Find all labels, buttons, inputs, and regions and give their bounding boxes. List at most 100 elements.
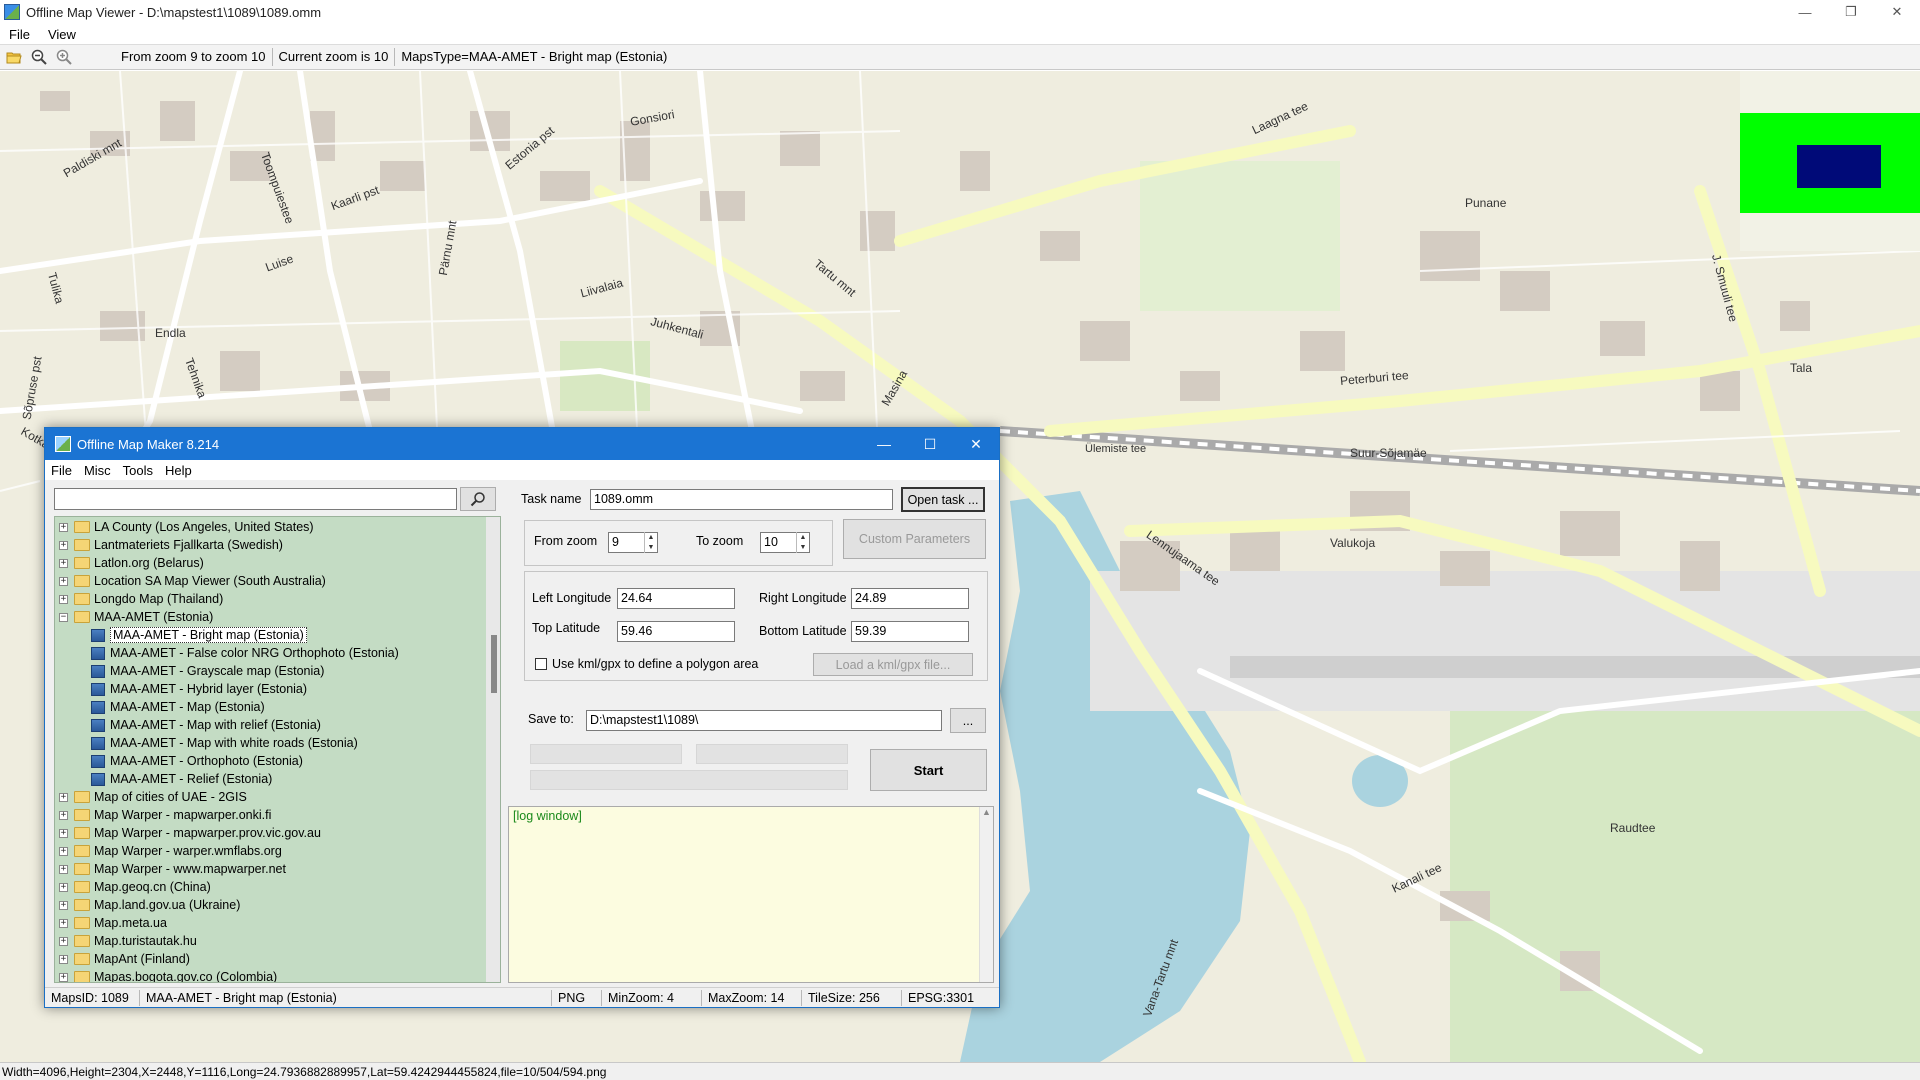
dialog-menu-file[interactable]: File <box>45 463 78 478</box>
tree-map-item[interactable]: MAA-AMET - Relief (Estonia) <box>55 770 272 788</box>
min-zoom-status: MinZoom: 4 <box>602 989 702 1006</box>
tree-folder-item[interactable]: + Map of cities of UAE - 2GIS <box>55 788 247 806</box>
right-longitude-input[interactable]: 24.89 <box>851 588 969 609</box>
tree-folder-item[interactable]: + Map.meta.ua <box>55 914 167 932</box>
expand-icon[interactable]: + <box>59 936 68 946</box>
zoom-out-icon[interactable] <box>28 46 50 68</box>
tree-folder-item[interactable]: + Lantmateriets Fjallkarta (Swedish) <box>55 536 283 554</box>
tree-map-item[interactable]: MAA-AMET - Map with relief (Estonia) <box>55 716 321 734</box>
collapse-icon[interactable]: − <box>59 612 68 622</box>
tree-folder-item[interactable]: + Map Warper - www.mapwarper.net <box>55 860 286 878</box>
log-scrollbar[interactable]: ▲ <box>979 807 993 982</box>
menu-view[interactable]: View <box>39 27 85 42</box>
expand-icon[interactable]: + <box>59 594 68 604</box>
expand-icon[interactable]: + <box>59 522 68 532</box>
tree-folder-item[interactable]: + Map Warper - mapwarper.prov.vic.gov.au <box>55 824 321 842</box>
open-task-button[interactable]: Open task ... <box>901 487 985 512</box>
dialog-minimize-button[interactable]: — <box>861 428 907 460</box>
top-latitude-input[interactable]: 59.46 <box>617 621 735 642</box>
tree-folder-item[interactable]: + Map Warper - mapwarper.onki.fi <box>55 806 271 824</box>
save-to-input[interactable]: D:\mapstest1\1089\ <box>586 710 942 731</box>
map-label: Estonia pst <box>502 123 557 173</box>
map-label: J. Smuuli tee <box>1708 252 1741 324</box>
tree-folder-item[interactable]: + Map.turistautak.hu <box>55 932 197 950</box>
dialog-menu-tools[interactable]: Tools <box>117 463 159 478</box>
expand-icon[interactable]: + <box>59 792 68 802</box>
expand-icon[interactable]: + <box>59 918 68 928</box>
open-folder-icon[interactable] <box>3 46 25 68</box>
load-kml-button[interactable]: Load a kml/gpx file... <box>813 653 973 676</box>
expand-icon[interactable]: + <box>59 846 68 856</box>
map-label: Tehnika <box>182 356 210 400</box>
log-window[interactable]: [log window] ▲ <box>508 806 994 983</box>
custom-parameters-button[interactable]: Custom Parameters <box>843 519 986 559</box>
dialog-menu-misc[interactable]: Misc <box>78 463 117 478</box>
tree-item-label: MAA-AMET - Bright map (Estonia) <box>110 627 307 643</box>
map-label: Tartu mnt <box>811 256 859 300</box>
expand-icon[interactable]: + <box>59 864 68 874</box>
main-menubar: File View <box>0 24 1920 44</box>
map-label: Kaarli pst <box>329 182 381 214</box>
tree-map-item[interactable]: MAA-AMET - False color NRG Orthophoto (E… <box>55 644 399 662</box>
to-zoom-spinner[interactable]: ▲ ▼ <box>796 532 809 553</box>
progress-bar-2 <box>696 744 848 764</box>
search-button[interactable] <box>460 487 496 511</box>
tree-map-item[interactable]: MAA-AMET - Hybrid layer (Estonia) <box>55 680 307 698</box>
tree-scrollbar[interactable] <box>486 517 500 982</box>
expand-icon[interactable]: + <box>59 900 68 910</box>
minimize-button[interactable]: — <box>1782 0 1828 24</box>
tree-folder-item[interactable]: + Location SA Map Viewer (South Australia… <box>55 572 326 590</box>
tree-folder-item[interactable]: + Map.land.gov.ua (Ukraine) <box>55 896 240 914</box>
zoom-in-icon[interactable] <box>53 46 75 68</box>
menu-file[interactable]: File <box>0 27 39 42</box>
progress-bar-total <box>530 770 848 790</box>
close-button[interactable]: ✕ <box>1874 0 1920 24</box>
overview-viewport[interactable] <box>1797 145 1881 188</box>
tree-map-item[interactable]: MAA-AMET - Orthophoto (Estonia) <box>55 752 303 770</box>
browse-button[interactable]: ... <box>950 708 986 733</box>
tree-folder-item[interactable]: + Latlon.org (Belarus) <box>55 554 204 572</box>
tree-map-item[interactable]: MAA-AMET - Map (Estonia) <box>55 698 265 716</box>
tree-folder-item[interactable]: − MAA-AMET (Estonia) <box>55 608 213 626</box>
tree-scroll-thumb[interactable] <box>491 635 497 693</box>
tree-folder-item[interactable]: + MapAnt (Finland) <box>55 950 190 968</box>
tree-folder-item[interactable]: + Map.geoq.cn (China) <box>55 878 211 896</box>
tree-folder-item[interactable]: + Mapas.bogota.gov.co (Colombia) <box>55 968 277 982</box>
dialog-menu-help[interactable]: Help <box>159 463 198 478</box>
start-button[interactable]: Start <box>870 749 987 791</box>
task-name-input[interactable]: 1089.omm <box>590 489 893 510</box>
expand-icon[interactable]: + <box>59 954 68 964</box>
map-search-input[interactable] <box>54 488 457 510</box>
tree-folder-item[interactable]: + LA County (Los Angeles, United States) <box>55 518 314 536</box>
kml-checkbox[interactable] <box>535 658 547 670</box>
tree-map-item[interactable]: MAA-AMET - Map with white roads (Estonia… <box>55 734 358 752</box>
folder-icon <box>74 971 90 982</box>
from-zoom-spinner[interactable]: ▲ ▼ <box>644 532 657 553</box>
expand-icon[interactable]: + <box>59 810 68 820</box>
expand-icon[interactable]: + <box>59 558 68 568</box>
left-longitude-label: Left Longitude <box>532 591 612 605</box>
tree-folder-item[interactable]: + Map Warper - warper.wmflabs.org <box>55 842 282 860</box>
tree-map-item[interactable]: MAA-AMET - Bright map (Estonia) <box>55 626 307 644</box>
folder-icon <box>74 521 90 533</box>
bottom-latitude-input[interactable]: 59.39 <box>851 621 969 642</box>
tree-folder-item[interactable]: + Longdo Map (Thailand) <box>55 590 223 608</box>
expand-icon[interactable]: + <box>59 576 68 586</box>
tree-item-label: MAA-AMET (Estonia) <box>94 610 214 624</box>
map-source-tree[interactable]: + LA County (Los Angeles, United States) +… <box>54 516 501 983</box>
expand-icon[interactable]: + <box>59 540 68 550</box>
dialog-maximize-button[interactable]: ☐ <box>907 428 953 460</box>
expand-icon[interactable]: + <box>59 972 68 982</box>
tree-item-label: MAA-AMET - Map with relief (Estonia) <box>110 718 321 732</box>
restore-button[interactable]: ❐ <box>1828 0 1874 24</box>
left-longitude-input[interactable]: 24.64 <box>617 588 735 609</box>
tree-item-label: Map of cities of UAE - 2GIS <box>94 790 247 804</box>
map-icon <box>91 718 105 732</box>
expand-icon[interactable]: + <box>59 828 68 838</box>
dialog-close-button[interactable]: ✕ <box>953 428 999 460</box>
expand-icon[interactable]: + <box>59 882 68 892</box>
overview-map[interactable] <box>1740 71 1920 251</box>
max-zoom-status: MaxZoom: 14 <box>702 989 802 1006</box>
map-icon <box>91 754 105 768</box>
tree-map-item[interactable]: MAA-AMET - Grayscale map (Estonia) <box>55 662 324 680</box>
